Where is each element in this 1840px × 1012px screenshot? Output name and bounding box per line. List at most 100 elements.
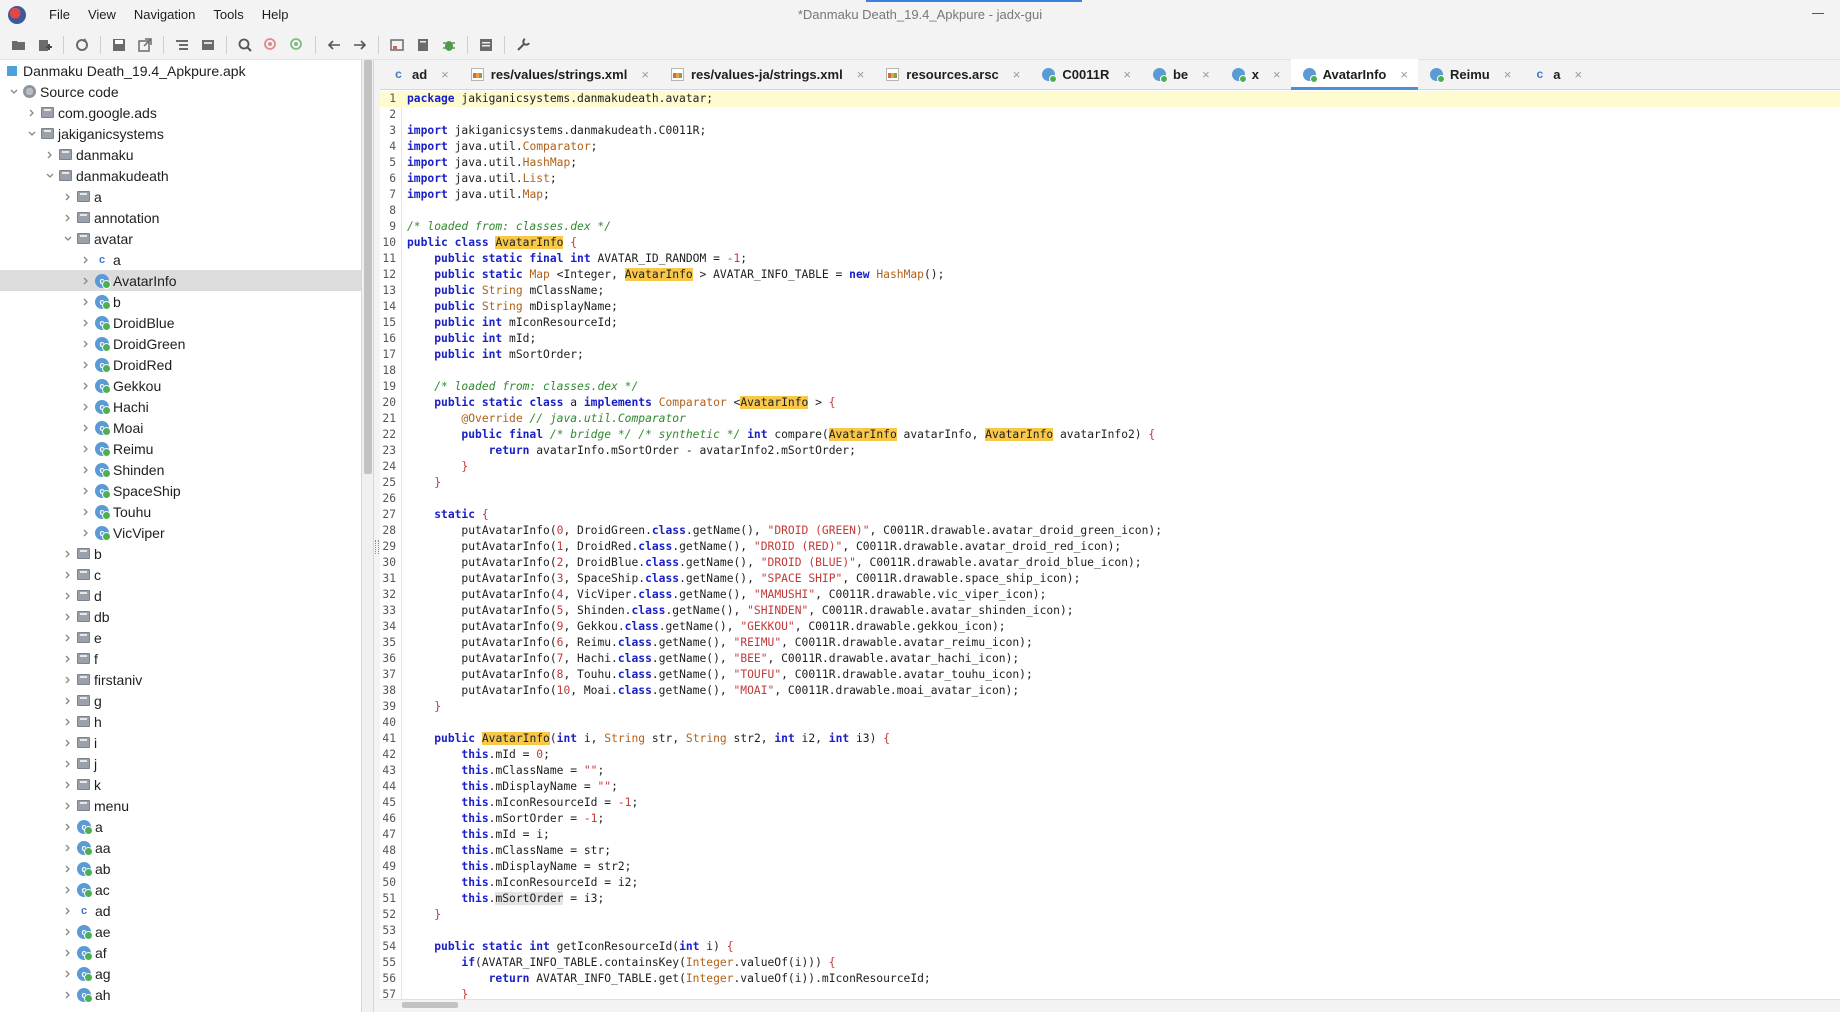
add-files-icon[interactable] — [34, 34, 56, 56]
chevron-right-icon[interactable] — [62, 779, 74, 791]
chevron-right-icon[interactable] — [80, 506, 92, 518]
tree-item-jakiganicsystems[interactable]: jakiganicsystems — [0, 123, 361, 144]
chevron-right-icon[interactable] — [62, 758, 74, 770]
tab-avatarinfo[interactable]: AvatarInfo × — [1290, 59, 1419, 90]
code-line[interactable]: 40 — [380, 715, 1840, 731]
code-line[interactable]: 52 } — [380, 907, 1840, 923]
tree-item-e[interactable]: e — [0, 627, 361, 648]
tree-item-shinden[interactable]: c Shinden — [0, 459, 361, 480]
code-line[interactable]: 2 — [380, 107, 1840, 123]
chevron-right-icon[interactable] — [62, 212, 74, 224]
chevron-right-icon[interactable] — [62, 842, 74, 854]
preferences-icon[interactable] — [512, 34, 534, 56]
tree-item-reimu[interactable]: c Reimu — [0, 438, 361, 459]
code-line[interactable]: 16 public int mId; — [380, 331, 1840, 347]
tree-item-f[interactable]: f — [0, 648, 361, 669]
code-line[interactable]: 51 this.mSortOrder = i3; — [380, 891, 1840, 907]
code-line[interactable]: 32 putAvatarInfo(4, VicViper.class.getNa… — [380, 587, 1840, 603]
tree-item-af[interactable]: c af — [0, 942, 361, 963]
minimize-icon[interactable] — [1812, 6, 1826, 20]
tree-item-annotation[interactable]: annotation — [0, 207, 361, 228]
chevron-right-icon[interactable] — [62, 947, 74, 959]
code-line[interactable]: 34 putAvatarInfo(9, Gekkou.class.getName… — [380, 619, 1840, 635]
chevron-right-icon[interactable] — [44, 149, 56, 161]
close-icon[interactable]: × — [1123, 67, 1131, 82]
tree-item-moai[interactable]: c Moai — [0, 417, 361, 438]
tab-reimu[interactable]: Reimu × — [1418, 59, 1521, 89]
menu-tools[interactable]: Tools — [204, 0, 252, 30]
chevron-right-icon[interactable] — [62, 716, 74, 728]
code-line[interactable]: 5 import java.util.HashMap; — [380, 155, 1840, 171]
chevron-right-icon[interactable] — [80, 422, 92, 434]
editor-horizontal-scrollbar[interactable] — [380, 999, 1840, 1012]
chevron-right-icon[interactable] — [62, 863, 74, 875]
code-line[interactable]: 55 if(AVATAR_INFO_TABLE.containsKey(Inte… — [380, 955, 1840, 971]
tree-item-b[interactable]: b — [0, 543, 361, 564]
chevron-down-icon[interactable] — [26, 128, 38, 140]
tree-item-g[interactable]: g — [0, 690, 361, 711]
code-line[interactable]: 9 /* loaded from: classes.dex */ — [380, 219, 1840, 235]
code-line[interactable]: 56 return AVATAR_INFO_TABLE.get(Integer.… — [380, 971, 1840, 987]
code-line[interactable]: 8 — [380, 203, 1840, 219]
tree-scrollbar-thumb[interactable] — [364, 60, 372, 474]
code-line[interactable]: 30 putAvatarInfo(2, DroidBlue.class.getN… — [380, 555, 1840, 571]
tree-item-d[interactable]: d — [0, 585, 361, 606]
code-line[interactable]: 43 this.mClassName = ""; — [380, 763, 1840, 779]
tree-item-avatarinfo[interactable]: c AvatarInfo — [0, 270, 361, 291]
tree-item-a[interactable]: ca — [0, 816, 361, 837]
tree-item-ab[interactable]: c ab — [0, 858, 361, 879]
log-viewer-icon[interactable] — [475, 34, 497, 56]
tree-item-ag[interactable]: c ag — [0, 963, 361, 984]
close-icon[interactable]: × — [1504, 67, 1512, 82]
chevron-right-icon[interactable] — [62, 191, 74, 203]
close-icon[interactable]: × — [1400, 67, 1408, 82]
tree-item-danmaku[interactable]: danmaku — [0, 144, 361, 165]
tree-item-gekkou[interactable]: c Gekkou — [0, 375, 361, 396]
chevron-right-icon[interactable] — [62, 632, 74, 644]
chevron-right-icon[interactable] — [62, 821, 74, 833]
chevron-right-icon[interactable] — [62, 695, 74, 707]
sync-tree-icon[interactable] — [171, 34, 193, 56]
code-line[interactable]: 57 } — [380, 987, 1840, 999]
code-line[interactable]: 31 putAvatarInfo(3, SpaceShip.class.getN… — [380, 571, 1840, 587]
chevron-right-icon[interactable] — [80, 485, 92, 497]
chevron-right-icon[interactable] — [62, 737, 74, 749]
code-line[interactable]: 10 public class AvatarInfo { — [380, 235, 1840, 251]
tree-item-droidblue[interactable]: c DroidBlue — [0, 312, 361, 333]
tree-item-hachi[interactable]: c Hachi — [0, 396, 361, 417]
tree-item-ae[interactable]: c ae — [0, 921, 361, 942]
tree-item-ac[interactable]: c ac — [0, 879, 361, 900]
code-line[interactable]: 13 public String mClassName; — [380, 283, 1840, 299]
code-line[interactable]: 29 putAvatarInfo(1, DroidRed.class.getNa… — [380, 539, 1840, 555]
forward-icon[interactable] — [349, 34, 371, 56]
chevron-right-icon[interactable] — [62, 905, 74, 917]
menu-view[interactable]: View — [79, 0, 125, 30]
tab-x[interactable]: x × — [1220, 59, 1291, 89]
menu-help[interactable]: Help — [253, 0, 298, 30]
chevron-right-icon[interactable] — [80, 527, 92, 539]
close-icon[interactable]: × — [441, 67, 449, 82]
chevron-right-icon[interactable] — [62, 800, 74, 812]
close-icon[interactable]: × — [857, 67, 865, 82]
editor-scrollbar-thumb[interactable] — [402, 1002, 458, 1008]
debugger-icon[interactable] — [438, 34, 460, 56]
chevron-right-icon[interactable] — [62, 968, 74, 980]
close-icon[interactable]: × — [1013, 67, 1021, 82]
decompile-all-icon[interactable] — [412, 34, 434, 56]
tree-item-droidgreen[interactable]: c DroidGreen — [0, 333, 361, 354]
export-gradle-icon[interactable] — [134, 34, 156, 56]
chevron-right-icon[interactable] — [62, 926, 74, 938]
code-line[interactable]: 39 } — [380, 699, 1840, 715]
deobfuscation-icon[interactable] — [386, 34, 408, 56]
tree-item-a[interactable]: a — [0, 186, 361, 207]
chevron-down-icon[interactable] — [62, 233, 74, 245]
chevron-right-icon[interactable] — [80, 464, 92, 476]
tree-item-droidred[interactable]: c DroidRed — [0, 354, 361, 375]
close-icon[interactable]: × — [641, 67, 649, 82]
code-line[interactable]: 44 this.mDisplayName = ""; — [380, 779, 1840, 795]
tree-item-com-google-ads[interactable]: com.google.ads — [0, 102, 361, 123]
tree-item-firstaniv[interactable]: firstaniv — [0, 669, 361, 690]
code-line[interactable]: 33 putAvatarInfo(5, Shinden.class.getNam… — [380, 603, 1840, 619]
chevron-down-icon[interactable] — [8, 86, 20, 98]
code-line[interactable]: 17 public int mSortOrder; — [380, 347, 1840, 363]
